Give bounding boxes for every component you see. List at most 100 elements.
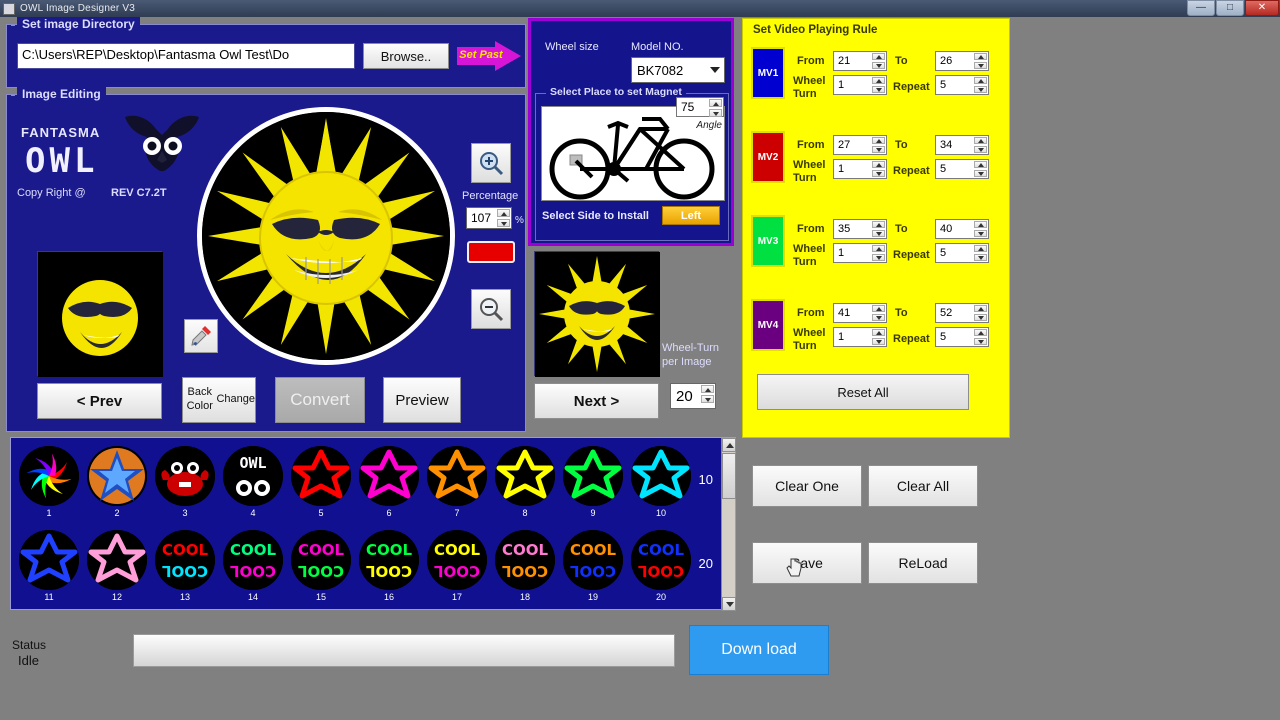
spin-arrows[interactable] bbox=[872, 305, 885, 321]
gallery-thumbnail[interactable]: COOL COOL bbox=[359, 530, 419, 590]
spin-arrows[interactable] bbox=[872, 161, 885, 177]
gallery-thumbnail[interactable]: COOL COOL bbox=[563, 530, 623, 590]
spin-down-icon[interactable] bbox=[974, 146, 987, 153]
wheel-turn-stepper-mv4[interactable]: 1 bbox=[833, 327, 887, 347]
spin-down-icon[interactable] bbox=[974, 314, 987, 321]
gallery-thumbnail[interactable] bbox=[19, 530, 79, 590]
download-button[interactable]: Down load bbox=[689, 625, 829, 675]
from-stepper-mv3[interactable]: 35 bbox=[833, 219, 887, 239]
spin-up-icon[interactable] bbox=[701, 385, 714, 393]
spin-up-icon[interactable] bbox=[974, 161, 987, 168]
zoom-in-button[interactable] bbox=[471, 143, 511, 183]
spin-arrows[interactable] bbox=[872, 221, 885, 237]
set-past-button[interactable]: Set Past bbox=[457, 41, 523, 71]
wheel-turn-per-image-stepper[interactable]: 20 bbox=[670, 383, 716, 409]
from-stepper-mv1[interactable]: 21 bbox=[833, 51, 887, 71]
gallery-thumbnail[interactable] bbox=[87, 530, 147, 590]
wheel-turn-spin-arrows[interactable] bbox=[701, 385, 714, 403]
spin-arrows[interactable] bbox=[974, 329, 987, 345]
spin-arrows[interactable] bbox=[872, 77, 885, 93]
percentage-stepper[interactable]: 107 bbox=[466, 207, 512, 229]
spin-up-icon[interactable] bbox=[974, 137, 987, 144]
prev-button[interactable]: < Prev bbox=[37, 383, 162, 419]
model-select[interactable]: BK7082 bbox=[631, 57, 725, 83]
spin-down-icon[interactable] bbox=[974, 338, 987, 345]
spin-up-icon[interactable] bbox=[974, 245, 987, 252]
spin-up-icon[interactable] bbox=[709, 99, 722, 107]
color-picker-button[interactable] bbox=[184, 319, 218, 353]
next-image-thumbnail[interactable] bbox=[534, 251, 660, 377]
gallery-thumbnail[interactable]: COOL COOL bbox=[495, 530, 555, 590]
wheel-turn-stepper-mv2[interactable]: 1 bbox=[833, 159, 887, 179]
spin-down-icon[interactable] bbox=[872, 254, 885, 261]
reset-all-button[interactable]: Reset All bbox=[757, 374, 969, 410]
angle-stepper[interactable]: 75 bbox=[676, 97, 724, 117]
spin-up-icon[interactable] bbox=[872, 245, 885, 252]
chevron-down-icon[interactable] bbox=[710, 67, 720, 73]
spin-down-icon[interactable] bbox=[872, 314, 885, 321]
spin-up-icon[interactable] bbox=[872, 221, 885, 228]
image-gallery[interactable]: 1 2 3 OWL 4 5 6 7 8 9 10 11 12 COOL COOL 13 COOL COOL 14 C… bbox=[10, 437, 736, 611]
spin-up-icon[interactable] bbox=[872, 161, 885, 168]
spin-arrows[interactable] bbox=[974, 53, 987, 69]
spin-up-icon[interactable] bbox=[974, 53, 987, 60]
spin-arrows[interactable] bbox=[974, 77, 987, 93]
to-stepper-mv1[interactable]: 26 bbox=[935, 51, 989, 71]
angle-spin-arrows[interactable] bbox=[709, 99, 722, 117]
scrollbar-thumb[interactable] bbox=[722, 453, 736, 499]
save-button[interactable]: Save bbox=[752, 542, 862, 584]
main-image-preview[interactable] bbox=[197, 107, 455, 365]
gallery-thumbnail[interactable]: COOL COOL bbox=[223, 530, 283, 590]
scroll-down-button[interactable] bbox=[722, 597, 736, 611]
clear-all-button[interactable]: Clear All bbox=[868, 465, 978, 507]
spin-arrows[interactable] bbox=[872, 53, 885, 69]
wheel-turn-stepper-mv3[interactable]: 1 bbox=[833, 243, 887, 263]
mv-color-chip-mv4[interactable]: MV4 bbox=[751, 299, 785, 351]
spin-up-icon[interactable] bbox=[497, 209, 510, 217]
spin-down-icon[interactable] bbox=[974, 230, 987, 237]
minimize-button[interactable]: — bbox=[1187, 0, 1215, 16]
wheel-turn-stepper-mv1[interactable]: 1 bbox=[833, 75, 887, 95]
gallery-thumbnail[interactable] bbox=[359, 446, 419, 506]
repeat-stepper-mv1[interactable]: 5 bbox=[935, 75, 989, 95]
spin-down-icon[interactable] bbox=[872, 62, 885, 69]
spin-arrows[interactable] bbox=[974, 305, 987, 321]
gallery-thumbnail[interactable] bbox=[19, 446, 79, 506]
scroll-up-button[interactable] bbox=[722, 438, 736, 452]
to-stepper-mv4[interactable]: 52 bbox=[935, 303, 989, 323]
spin-down-icon[interactable] bbox=[872, 170, 885, 177]
spin-down-icon[interactable] bbox=[872, 146, 885, 153]
gallery-thumbnail[interactable] bbox=[563, 446, 623, 506]
close-button[interactable]: ✕ bbox=[1245, 0, 1279, 16]
to-stepper-mv2[interactable]: 34 bbox=[935, 135, 989, 155]
reload-button[interactable]: ReLoad bbox=[868, 542, 978, 584]
preview-button[interactable]: Preview bbox=[383, 377, 461, 423]
convert-button[interactable]: Convert bbox=[275, 377, 365, 423]
color-swatch[interactable] bbox=[467, 241, 515, 263]
mv-color-chip-mv3[interactable]: MV3 bbox=[751, 215, 785, 267]
spin-up-icon[interactable] bbox=[872, 77, 885, 84]
from-stepper-mv4[interactable]: 41 bbox=[833, 303, 887, 323]
spin-down-icon[interactable] bbox=[974, 170, 987, 177]
gallery-scrollbar[interactable] bbox=[721, 438, 736, 611]
spin-up-icon[interactable] bbox=[974, 77, 987, 84]
spin-arrows[interactable] bbox=[872, 245, 885, 261]
mv-color-chip-mv2[interactable]: MV2 bbox=[751, 131, 785, 183]
browse-button[interactable]: Browse.. bbox=[363, 43, 449, 69]
gallery-thumbnail[interactable]: COOL COOL bbox=[427, 530, 487, 590]
next-button[interactable]: Next > bbox=[534, 383, 659, 419]
maximize-button[interactable]: □ bbox=[1216, 0, 1244, 16]
spin-arrows[interactable] bbox=[974, 221, 987, 237]
spin-arrows[interactable] bbox=[974, 161, 987, 177]
spin-down-icon[interactable] bbox=[872, 338, 885, 345]
gallery-thumbnail[interactable]: OWL bbox=[223, 446, 283, 506]
spin-up-icon[interactable] bbox=[974, 221, 987, 228]
back-color-change-button[interactable]: Back Color Change bbox=[182, 377, 256, 423]
window-titlebar[interactable]: OWL Image Designer V3 — □ ✕ bbox=[0, 0, 1280, 17]
repeat-stepper-mv4[interactable]: 5 bbox=[935, 327, 989, 347]
spin-down-icon[interactable] bbox=[497, 219, 510, 227]
previous-image-thumbnail[interactable] bbox=[37, 251, 163, 377]
gallery-thumbnail[interactable]: COOL COOL bbox=[631, 530, 691, 590]
image-directory-input[interactable]: C:\Users\REP\Desktop\Fantasma Owl Test\D… bbox=[17, 43, 355, 69]
gallery-thumbnail[interactable]: COOL COOL bbox=[291, 530, 351, 590]
